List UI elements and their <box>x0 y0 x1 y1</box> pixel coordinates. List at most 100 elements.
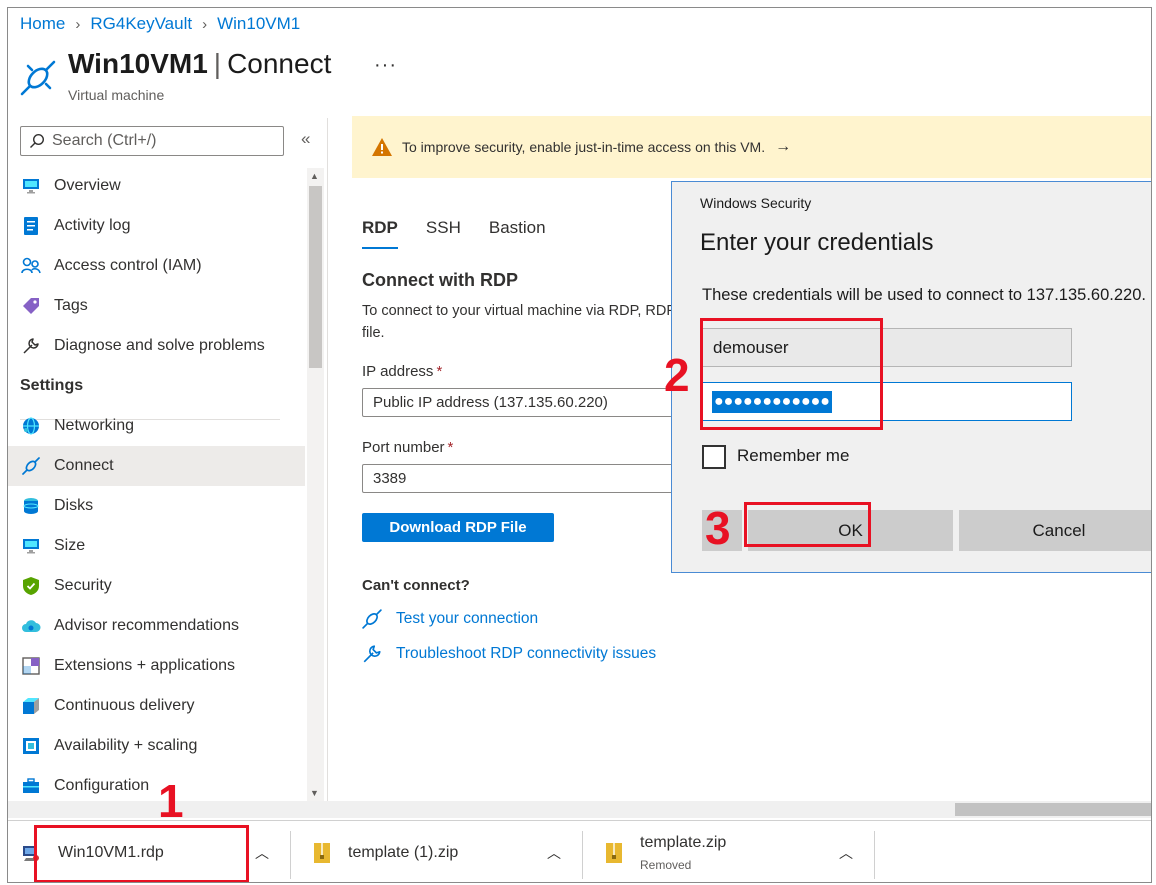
sidebar-item-size[interactable]: Size <box>8 526 305 566</box>
sidebar-item-networking[interactable]: Networking <box>8 406 305 446</box>
download-filename: template (1).zip <box>348 844 459 861</box>
more-options-button[interactable]: ··· <box>374 54 397 77</box>
sidebar-item-security[interactable]: Security <box>8 566 305 606</box>
breadcrumb: Home › RG4KeyVault › Win10VM1 <box>20 14 300 34</box>
dialog-caption: Windows Security <box>700 195 812 211</box>
resource-name: Win10VM1 <box>68 48 208 79</box>
download-item-template[interactable]: template.zip Removed ︿ <box>606 821 874 882</box>
plug-icon <box>21 456 41 476</box>
divider <box>874 831 875 879</box>
sidebar-item-access-control[interactable]: Access control (IAM) <box>8 246 305 286</box>
zip-file-icon <box>314 843 330 863</box>
sidebar-item-availability[interactable]: Availability + scaling <box>8 726 305 766</box>
download-filename: template.zip <box>640 834 727 851</box>
cant-connect-heading: Can't connect? <box>362 577 470 594</box>
browser-viewport: Home › RG4KeyVault › Win10VM1 Win10VM1 | C… <box>7 7 1152 883</box>
scroll-down-icon[interactable]: ▼ <box>310 788 319 798</box>
downloads-bar: Win10VM1.rdp ︿ template (1).zip ︿ templa… <box>8 820 1151 882</box>
briefcase-icon <box>21 776 41 796</box>
sidebar-item-configuration[interactable]: Configuration <box>8 766 305 806</box>
cancel-button[interactable]: Cancel <box>959 510 1151 551</box>
tab-bastion[interactable]: Bastion <box>489 218 546 249</box>
sidebar-scrollbar[interactable]: ▲ ▼ <box>307 168 324 801</box>
page-name: Connect <box>227 48 332 79</box>
annotation-number-1: 1 <box>158 775 184 827</box>
shield-icon <box>21 576 41 596</box>
sidebar-item-activity-log[interactable]: Activity log <box>8 206 305 246</box>
troubleshoot-rdp-link[interactable]: Troubleshoot RDP connectivity issues <box>362 644 656 664</box>
extensions-icon <box>21 656 41 676</box>
sidebar-item-overview[interactable]: Overview <box>8 166 305 206</box>
tab-ssh[interactable]: SSH <box>426 218 461 249</box>
warning-icon <box>372 138 392 156</box>
breadcrumb-vm[interactable]: Win10VM1 <box>217 14 300 34</box>
banner-text: To improve security, enable just-in-time… <box>402 139 766 155</box>
tab-rdp[interactable]: RDP <box>362 218 398 249</box>
download-item-rdp[interactable]: Win10VM1.rdp ︿ <box>22 821 284 882</box>
remember-me-label: Remember me <box>737 446 850 465</box>
arrow-right-icon[interactable]: → <box>775 138 791 156</box>
divider <box>290 831 291 879</box>
zip-file-icon <box>606 843 622 863</box>
disks-icon <box>21 496 41 516</box>
sidebar-nav: Overview Activity log Access control (IA… <box>8 166 305 806</box>
windows-security-dialog: Windows Security Enter your credentials … <box>671 181 1151 573</box>
chevron-right-icon: › <box>75 15 81 33</box>
scroll-up-icon[interactable]: ▲ <box>310 171 319 181</box>
remember-me-checkbox[interactable] <box>702 445 726 469</box>
sidebar-item-diagnose[interactable]: Diagnose and solve problems <box>8 326 305 366</box>
breadcrumb-resource-group[interactable]: RG4KeyVault <box>90 14 192 34</box>
globe-icon <box>21 416 41 436</box>
test-connection-link[interactable]: Test your connection <box>362 609 538 629</box>
ip-address-label: IP address * <box>362 363 443 380</box>
delivery-icon <box>21 696 41 716</box>
collapse-sidebar-button[interactable]: « <box>301 129 310 149</box>
username-field[interactable]: demouser <box>701 328 1072 367</box>
chevron-up-icon[interactable]: ︿ <box>547 843 561 863</box>
breadcrumb-home[interactable]: Home <box>20 14 65 34</box>
wrench-icon <box>21 336 41 356</box>
port-number-input[interactable]: 3389 <box>362 464 674 493</box>
jit-access-banner[interactable]: To improve security, enable just-in-time… <box>352 116 1151 178</box>
rdp-file-icon <box>22 844 40 862</box>
annotation-number-2: 2 <box>664 349 690 401</box>
sidebar-item-continuous-delivery[interactable]: Continuous delivery <box>8 686 305 726</box>
sidebar-item-advisor[interactable]: Advisor recommendations <box>8 606 305 646</box>
section-title: Connect with RDP <box>362 270 518 290</box>
tag-icon <box>21 296 41 316</box>
search-input[interactable]: Search (Ctrl+/) <box>20 126 284 156</box>
download-rdp-button[interactable]: Download RDP File <box>362 513 554 542</box>
dialog-title: Enter your credentials <box>700 229 934 256</box>
plug-icon <box>20 60 56 96</box>
sidebar-item-extensions[interactable]: Extensions + applications <box>8 646 305 686</box>
page-title: Win10VM1 | Connect <box>68 48 332 79</box>
scrollbar-thumb[interactable] <box>955 803 1151 816</box>
scrollbar-thumb[interactable] <box>309 186 322 368</box>
section-description: To connect to your virtual machine via R… <box>362 303 676 341</box>
monitor-icon <box>21 176 41 196</box>
chevron-up-icon[interactable]: ︿ <box>839 843 853 863</box>
ok-button[interactable]: OK <box>748 510 953 551</box>
chevron-up-icon[interactable]: ︿ <box>255 843 269 863</box>
plug-icon <box>362 609 384 629</box>
port-number-label: Port number * <box>362 439 454 456</box>
log-icon <box>21 216 41 236</box>
password-field[interactable]: ●●●●●●●●●●●● <box>701 382 1072 421</box>
resource-type: Virtual machine <box>68 87 165 103</box>
divider <box>327 118 328 801</box>
download-item-template-1[interactable]: template (1).zip ︿ <box>314 821 578 882</box>
ip-address-select[interactable]: Public IP address (137.135.60.220) <box>362 388 674 417</box>
download-status: Removed <box>640 858 692 872</box>
monitor-icon <box>21 536 41 556</box>
chevron-right-icon: › <box>202 15 208 33</box>
divider <box>582 831 583 879</box>
annotation-number-3: 3 <box>705 502 731 554</box>
download-filename: Win10VM1.rdp <box>58 844 164 861</box>
wrench-icon <box>362 644 384 664</box>
people-icon <box>21 256 41 276</box>
scaling-icon <box>21 736 41 756</box>
sidebar-item-connect[interactable]: Connect <box>8 446 305 486</box>
sidebar-item-disks[interactable]: Disks <box>8 486 305 526</box>
sidebar-item-tags[interactable]: Tags <box>8 286 305 326</box>
cloud-icon <box>21 616 41 636</box>
